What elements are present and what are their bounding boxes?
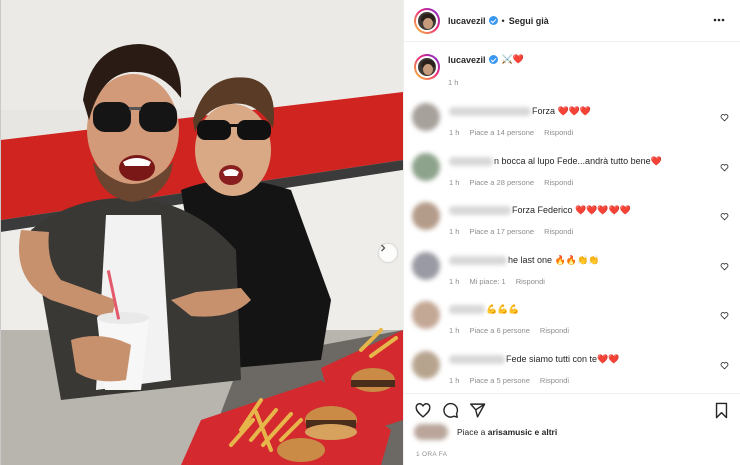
author-username[interactable]: lucavezil bbox=[448, 16, 486, 26]
comment-text: Fede siamo tutti con te❤️❤️ bbox=[506, 353, 620, 364]
blurred-username bbox=[449, 305, 485, 314]
comment-time: 1 h bbox=[449, 276, 460, 286]
post-header: lucavezil • Segui già bbox=[404, 0, 740, 42]
photo-illustration bbox=[1, 0, 403, 465]
reply-button[interactable]: Rispondi bbox=[540, 376, 569, 385]
commenter-avatar[interactable] bbox=[412, 251, 440, 280]
post-actions-bar: Piace a arisamusic e altri 1 ORA FA bbox=[404, 393, 740, 465]
commenter-avatar[interactable] bbox=[412, 350, 440, 379]
comment-icon[interactable] bbox=[442, 402, 459, 419]
reply-button[interactable]: Rispondi bbox=[544, 227, 573, 236]
next-image-button[interactable] bbox=[379, 244, 397, 262]
comment-item: he last one 🔥🔥👏👏 1 h Mi piace: 1 Rispondi bbox=[404, 249, 740, 299]
commenter-avatar[interactable] bbox=[412, 152, 440, 181]
comment-time: 1 h bbox=[449, 128, 460, 137]
author-avatar[interactable] bbox=[414, 7, 440, 34]
comment-item: n bocca al lupo Fede...andrà tutto bene❤… bbox=[404, 150, 740, 200]
comment-like-heart-icon[interactable] bbox=[720, 212, 729, 221]
caption-time: 1 h bbox=[448, 78, 459, 87]
likers-avatars bbox=[414, 424, 448, 440]
chevron-right-icon bbox=[381, 244, 386, 252]
comment-text: he last one 🔥🔥👏👏 bbox=[508, 254, 600, 265]
more-options-icon[interactable] bbox=[713, 14, 725, 22]
likes-prefix: Piace a bbox=[457, 427, 486, 437]
post-details-panel: lucavezil • Segui già lucavezil ⚔️❤️ 1 h… bbox=[403, 0, 740, 465]
comment-likes[interactable]: Piace a 28 persone bbox=[469, 178, 534, 187]
post-timestamp: 1 ORA FA bbox=[416, 451, 448, 458]
reply-button[interactable]: Rispondi bbox=[544, 128, 573, 137]
comment-likes[interactable]: Piace a 14 persone bbox=[469, 128, 534, 137]
comment-like-heart-icon[interactable] bbox=[720, 163, 729, 172]
commenter-avatar[interactable] bbox=[412, 202, 440, 230]
comment-text: n bocca al lupo Fede...andrà tutto bene❤… bbox=[494, 155, 662, 166]
comment-text: Forza Federico ❤️❤️❤️❤️❤️ bbox=[512, 205, 632, 215]
comment-time: 1 h bbox=[449, 227, 460, 236]
comment-likes[interactable]: Piace a 17 persone bbox=[469, 227, 534, 236]
verified-badge-icon bbox=[488, 16, 498, 25]
post-photo[interactable] bbox=[1, 0, 403, 465]
blurred-username bbox=[449, 156, 493, 166]
likes-suffix[interactable]: e altri bbox=[535, 427, 558, 437]
reply-button[interactable]: Rispondi bbox=[544, 178, 573, 187]
separator-dot: • bbox=[501, 15, 505, 26]
comment-like-heart-icon[interactable] bbox=[720, 361, 729, 370]
comment-time: 1 h bbox=[449, 326, 460, 335]
commenter-avatar[interactable] bbox=[412, 103, 440, 131]
comments-list: Forza ❤️❤️❤️ 1 h Piace a 14 persone Rispon… bbox=[404, 100, 740, 397]
comment-text: Forza ❤️❤️❤️ bbox=[532, 106, 592, 116]
verified-badge-icon bbox=[488, 55, 498, 64]
comment-likes[interactable]: Piace a 6 persone bbox=[469, 326, 529, 335]
comment-item: Fede siamo tutti con te❤️❤️ 1 h Piace a 5… bbox=[404, 348, 740, 398]
heart-icon[interactable] bbox=[414, 402, 432, 419]
blurred-username bbox=[449, 255, 507, 265]
likes-user[interactable]: arisamusic bbox=[488, 427, 532, 437]
comment-text: 💪💪💪 bbox=[486, 304, 520, 314]
commenter-avatar[interactable] bbox=[412, 301, 440, 329]
comment-likes[interactable]: Piace a 5 persone bbox=[469, 376, 529, 385]
bookmark-icon[interactable] bbox=[714, 402, 729, 419]
comment-like-heart-icon[interactable] bbox=[720, 113, 729, 122]
caption-text: ⚔️❤️ bbox=[501, 54, 524, 64]
caption-username[interactable]: lucavezil bbox=[448, 55, 486, 65]
comment-like-heart-icon[interactable] bbox=[720, 311, 729, 320]
comment-likes[interactable]: Mi piace: 1 bbox=[469, 277, 505, 286]
blurred-username bbox=[449, 107, 531, 116]
comment-like-heart-icon[interactable] bbox=[720, 262, 729, 271]
comment-item: 💪💪💪 1 h Piace a 6 persone Rispondi bbox=[404, 298, 740, 348]
post-caption: lucavezil ⚔️❤️ 1 h bbox=[414, 54, 731, 87]
blurred-username bbox=[449, 206, 511, 215]
reply-button[interactable]: Rispondi bbox=[540, 326, 569, 335]
share-icon[interactable] bbox=[469, 402, 486, 419]
comment-time: 1 h bbox=[449, 177, 460, 187]
blurred-username bbox=[449, 354, 505, 364]
comment-time: 1 h bbox=[449, 375, 460, 385]
comment-item: Forza Federico ❤️❤️❤️❤️❤️ 1 h Piace a 17 … bbox=[404, 199, 740, 249]
reply-button[interactable]: Rispondi bbox=[516, 277, 545, 286]
following-button[interactable]: Segui già bbox=[509, 16, 549, 26]
caption-avatar[interactable] bbox=[414, 54, 440, 80]
comment-item: Forza ❤️❤️❤️ 1 h Piace a 14 persone Rispon… bbox=[404, 100, 740, 150]
likes-summary[interactable]: Piace a arisamusic e altri bbox=[414, 424, 557, 440]
